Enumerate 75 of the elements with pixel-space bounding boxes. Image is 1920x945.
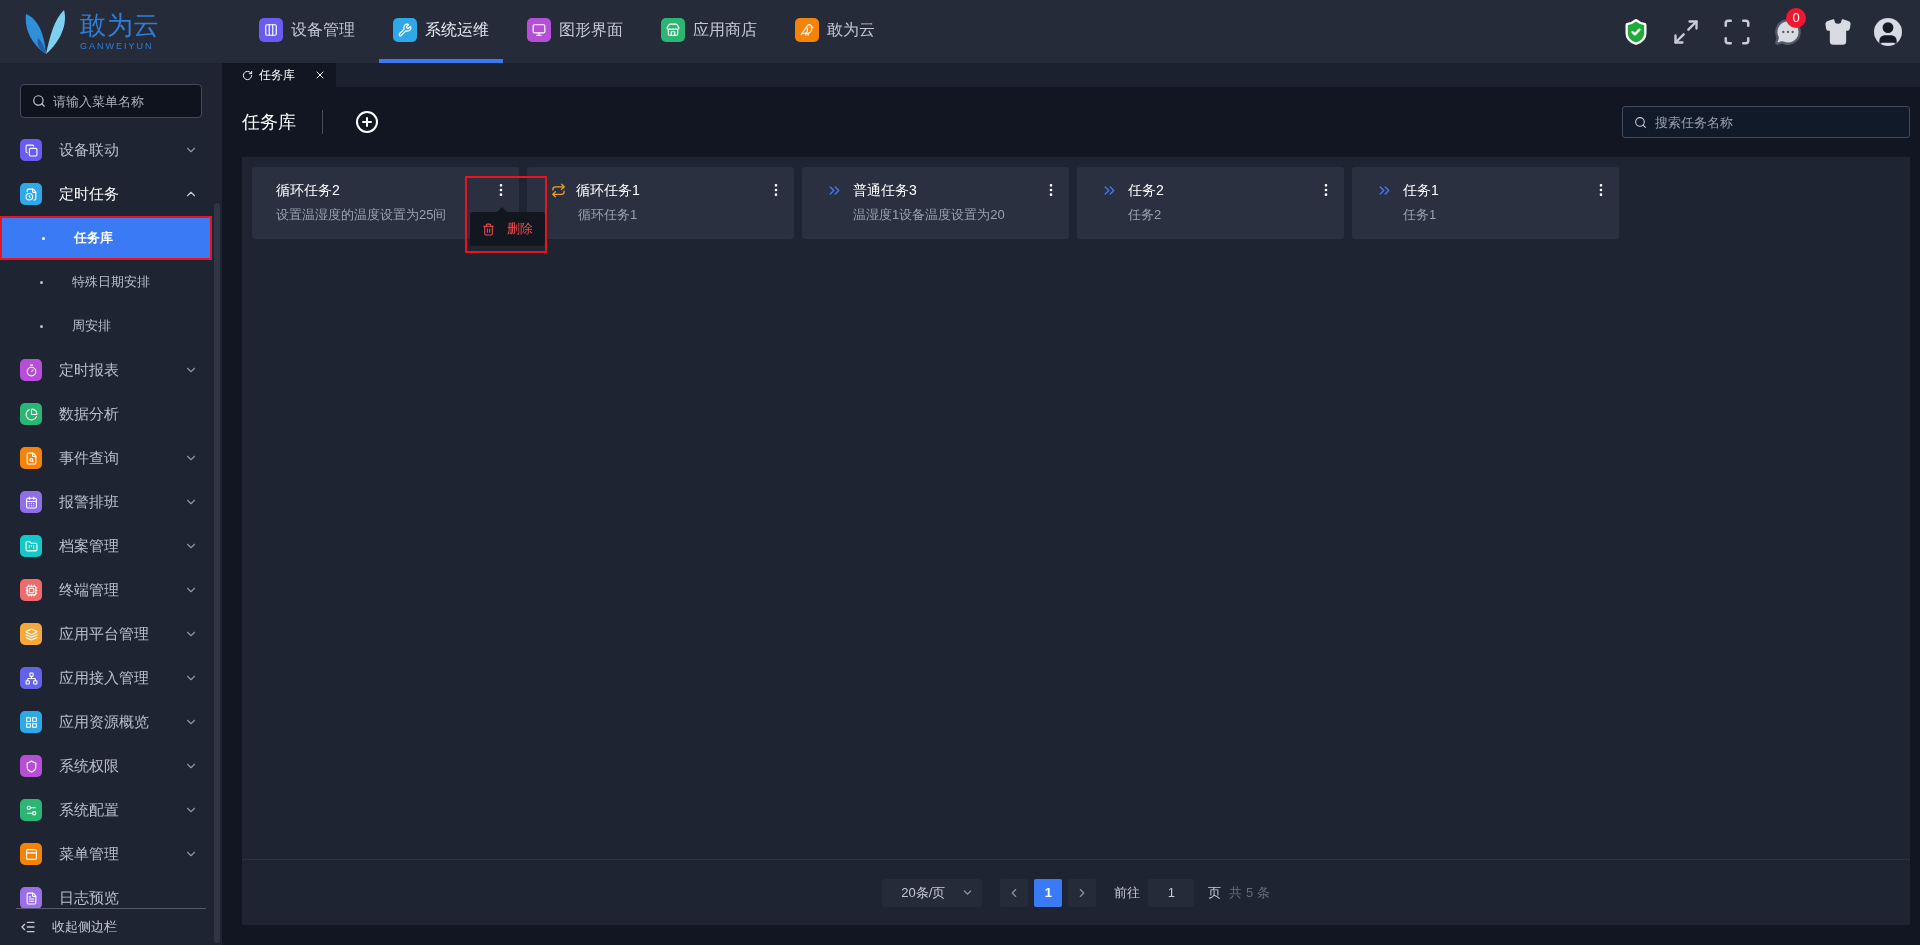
task-title: 循环任务2 [276, 180, 341, 200]
nav-tab[interactable]: 敢为云 [781, 0, 889, 63]
collapse-icon [20, 919, 36, 935]
search-icon [32, 94, 46, 108]
sidebar-item[interactable]: 系统权限 [0, 744, 212, 788]
sidebar-item[interactable]: 日志预览 [0, 876, 212, 908]
task-card[interactable]: 任务1 任务1 [1352, 167, 1619, 239]
task-title: 普通任务3 [853, 180, 918, 200]
message-count-badge: 0 [1786, 7, 1806, 28]
total-count: 共 5 条 [1229, 883, 1270, 902]
sidebar-item-label: 系统权限 [59, 755, 120, 776]
task-description: 温湿度1设备温度设置为20 [853, 206, 1005, 224]
sidebar-item-label: 应用资源概览 [59, 711, 150, 732]
sidebar-item[interactable]: 应用平台管理 [0, 612, 212, 656]
sidebar-item-label: 菜单管理 [59, 843, 120, 864]
nav-tab[interactable]: 应用商店 [647, 0, 771, 63]
goto-page-field[interactable]: 1 [1148, 878, 1195, 907]
task-search-field[interactable]: 搜索任务名称 [1622, 106, 1910, 138]
logo-subtitle: GANWEIYUN [80, 42, 155, 51]
sidebar-item-label: 应用接入管理 [59, 667, 150, 688]
page-button[interactable]: 1 [1034, 878, 1063, 907]
sidebar-item-label: 系统配置 [59, 799, 120, 820]
nav-tab[interactable]: 图形界面 [513, 0, 637, 63]
collapse-sidebar-button[interactable]: 收起侧边栏 [0, 909, 222, 945]
task-title: 循环任务1 [576, 180, 641, 200]
search-icon [1634, 116, 1647, 129]
page-tab[interactable]: 任务库 [232, 63, 336, 87]
sidebar-item-label: 档案管理 [59, 535, 120, 556]
avatar-icon[interactable] [1874, 17, 1902, 46]
sidebar-item-label: 数据分析 [59, 403, 120, 424]
fullscreen-icon[interactable] [1672, 17, 1700, 46]
add-icon[interactable] [355, 110, 379, 134]
sidebar-subitem[interactable]: 特殊日期安排 [0, 260, 212, 304]
task-description: 任务2 [1128, 206, 1162, 224]
nav-tab[interactable]: 设备管理 [245, 0, 369, 63]
page-size-select[interactable]: 20条/页 [882, 878, 983, 907]
task-title: 任务1 [1403, 180, 1440, 200]
sidebar-item[interactable]: 应用接入管理 [0, 656, 212, 700]
sidebar-item[interactable]: 档案管理 [0, 524, 212, 568]
sidebar-item-label: 报警排班 [59, 491, 120, 512]
refresh-icon[interactable] [242, 69, 253, 81]
sidebar-item[interactable]: 应用资源概览 [0, 700, 212, 744]
sidebar-item[interactable]: 系统配置 [0, 788, 212, 832]
sidebar-item-label: 日志预览 [59, 887, 120, 908]
sidebar-item[interactable]: 数据分析 [0, 392, 212, 436]
sidebar-item-label: 应用平台管理 [59, 623, 150, 644]
task-card[interactable]: 普通任务3 温湿度1设备温度设置为20 [802, 167, 1069, 239]
close-icon[interactable] [314, 69, 326, 81]
sidebar-subitem[interactable]: 任务库 [0, 216, 212, 260]
shirt-icon[interactable] [1824, 17, 1852, 46]
sidebar-item[interactable]: 报警排班 [0, 480, 212, 524]
sidebar-item-label: 设备联动 [59, 139, 120, 160]
sidebar-item[interactable]: 定时任务 [0, 172, 212, 216]
sidebar-item-label: 终端管理 [59, 579, 120, 600]
task-card[interactable]: 任务2 任务2 [1077, 167, 1344, 239]
goto-label: 前往 [1114, 883, 1141, 902]
task-description: 循环任务1 [578, 206, 638, 224]
sidebar-item[interactable]: 菜单管理 [0, 832, 212, 876]
task-description: 设置温湿度的温度设置为25间 [276, 206, 447, 224]
sidebar-item[interactable]: 终端管理 [0, 568, 212, 612]
task-description: 任务1 [1403, 206, 1437, 224]
sidebar-item-label: 事件查询 [59, 447, 120, 468]
logo-text: 敢为云 [80, 12, 160, 38]
sidebar-item-label: 定时任务 [59, 183, 120, 204]
sidebar-item[interactable]: 设备联动 [0, 128, 212, 172]
sidebar-item[interactable]: 定时报表 [0, 348, 212, 392]
page-unit-label: 页 [1208, 883, 1222, 902]
task-title: 任务2 [1128, 180, 1165, 200]
trash-icon [482, 222, 495, 236]
sidebar-item-label: 定时报表 [59, 359, 120, 380]
menu-search-field[interactable]: 请输入菜单名称 [20, 84, 202, 118]
page-title: 任务库 [242, 110, 296, 134]
sidebar-item[interactable]: 事件查询 [0, 436, 212, 480]
sidebar-subitem[interactable]: 周安排 [0, 304, 212, 348]
loop-icon [551, 182, 566, 198]
